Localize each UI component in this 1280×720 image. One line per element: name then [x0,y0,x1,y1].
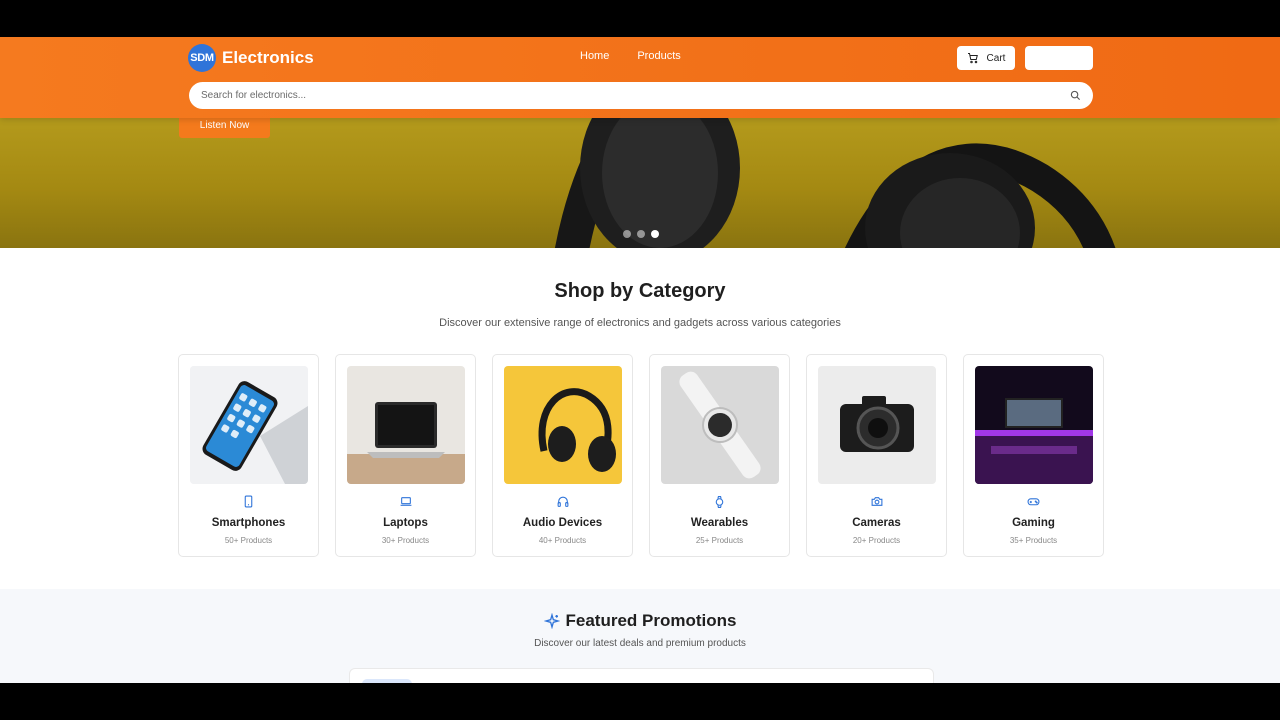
cart-button[interactable]: Cart [957,46,1015,70]
headphones-hero-image [555,118,1116,248]
category-count: 50+ Products [224,536,273,545]
main-nav: Home Products [580,50,681,62]
category-name: Laptops [383,517,428,529]
laptop-icon [400,497,411,506]
category-count: 20+ Products [852,536,901,545]
watch-icon [715,496,724,508]
sparkle-icon [543,613,560,629]
carousel-dot-3[interactable] [651,230,659,238]
camera-icon [871,497,882,506]
carousel-dot-2[interactable] [637,230,645,238]
category-card-cameras[interactable]: Cameras 20+ Products [806,354,947,557]
laptops-image [347,366,465,484]
category-name: Gaming [1012,517,1055,529]
logo-text: Electronics [222,48,314,67]
site-header: SDM Electronics Home Products Cart Searc… [0,37,1280,118]
smartphone-icon [244,495,253,508]
category-card-audio-devices[interactable]: Audio Devices 40+ Products [492,354,633,557]
category-count: 40+ Products [538,536,587,545]
nav-home[interactable]: Home [580,50,609,62]
search-input[interactable]: Search for electronics... [201,90,306,101]
gamepad-icon [1027,498,1040,506]
promo-card[interactable] [349,668,934,683]
search-bar[interactable]: Search for electronics... [189,82,1093,109]
wearables-image [661,366,779,484]
category-section-subtitle: Discover our extensive range of electron… [439,317,841,329]
category-card-wearables[interactable]: Wearables 25+ Products [649,354,790,557]
category-name: Audio Devices [522,517,603,529]
carousel-dots [623,230,659,238]
category-count: 25+ Products [695,536,744,545]
category-grid: Smartphones 50+ Products Laptops 30+ Pro… [178,354,1104,557]
smartphones-image [190,366,308,484]
cart-icon [967,53,978,64]
category-card-smartphones[interactable]: Smartphones 50+ Products [178,354,319,557]
listen-now-button[interactable]: Listen Now [179,118,270,138]
category-name: Smartphones [211,517,286,529]
featured-section: Featured Promotions Discover our latest … [0,589,1280,683]
cart-label: Cart [986,52,1006,64]
category-name: Wearables [690,517,749,529]
carousel-dot-1[interactable] [623,230,631,238]
cameras-image [818,366,936,484]
category-card-laptops[interactable]: Laptops 30+ Products [335,354,476,557]
audio-devices-image [504,366,622,484]
category-count: 30+ Products [381,536,430,545]
page-viewport: SDM Electronics Home Products Cart Searc… [0,37,1280,683]
category-name: Cameras [852,517,901,529]
promo-badge [362,679,412,683]
account-button[interactable] [1025,46,1093,70]
headphones-icon [557,496,568,507]
featured-title: Featured Promotions [0,611,1280,631]
category-section-title: Shop by Category [554,280,726,302]
hero-banner: Listen Now [0,118,1280,248]
gaming-image [975,366,1093,484]
featured-subtitle: Discover our latest deals and premium pr… [534,638,746,649]
logo-badge: SDM [188,44,216,72]
nav-products[interactable]: Products [637,50,680,62]
category-card-gaming[interactable]: Gaming 35+ Products [963,354,1104,557]
category-count: 35+ Products [1009,536,1058,545]
search-icon[interactable] [1070,90,1081,101]
brand-logo[interactable]: SDM Electronics [188,44,314,72]
featured-title-text: Featured Promotions [565,611,737,630]
